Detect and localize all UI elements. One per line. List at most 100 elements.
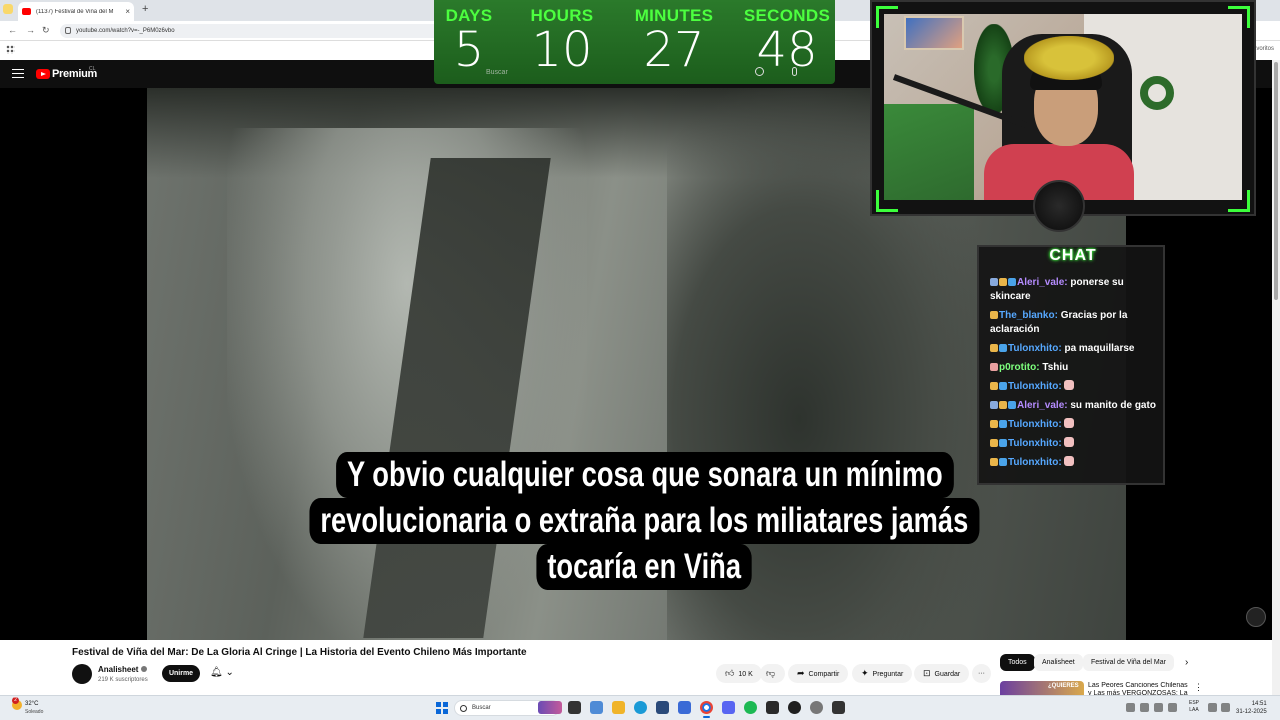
dislike-button[interactable]: 👎︎ [760,664,786,683]
discord-icon[interactable] [722,701,735,714]
chrome-icon[interactable] [700,701,713,718]
chat-username: Aleri_vale: [1017,277,1068,288]
youtube-logo-icon[interactable] [36,69,50,79]
task-view-icon[interactable] [568,701,581,714]
chip-channel[interactable]: Analisheet [1034,654,1083,671]
file-explorer-icon[interactable] [612,701,625,714]
language-indicator[interactable]: ESP LAA [1189,700,1199,714]
countdown-days: DAYS 5 [438,6,500,74]
chat-message: Tulonxhito: [990,418,1160,432]
volume-icon[interactable] [1221,703,1230,712]
chat-text: Tshiu [1042,362,1069,373]
chat-message: Tulonxhito: [990,380,1160,394]
widgets-icon[interactable] [538,701,562,714]
url-input[interactable]: youtube.com/watch?v=-_P6M0z6vbo [60,24,440,38]
browser-tab[interactable]: (1137) Festival de Viña del M × [18,2,134,21]
chat-username: Tulonxhito: [1008,438,1062,449]
frame-corner [876,6,898,28]
search-input[interactable]: Buscar [486,69,508,76]
badge-icon [990,439,998,447]
sparkle-icon: ✦ [861,668,869,678]
app-icon[interactable] [810,701,823,714]
badge-icon [990,382,998,390]
badge-icon [990,420,998,428]
subscriber-count: 219 K suscriptores [98,677,148,683]
mail-icon[interactable] [678,701,691,714]
back-icon[interactable]: ← [8,25,17,35]
subtitle-line: revolucionaria o extraña para los miliat… [309,498,980,544]
terminal-icon[interactable] [766,701,779,714]
video-editor-icon[interactable] [832,701,845,714]
system-clock[interactable]: 14:51 31-12-2025 [1236,700,1267,716]
weather-description[interactable]: Soleado [25,709,43,715]
windows-start-icon[interactable] [436,702,448,714]
reload-icon[interactable]: ↻ [42,25,50,36]
share-icon: ➦ [797,668,805,678]
badge-icon [1008,401,1016,409]
frame-corner [1228,6,1250,28]
channel-watermark-icon[interactable] [1246,607,1266,627]
chip-todos[interactable]: Todos [1000,654,1035,671]
webcam-pillow [884,104,974,200]
store-icon[interactable] [656,701,669,714]
microphone-icon[interactable] [792,67,797,76]
obs-icon[interactable] [788,701,801,714]
badge-icon [999,401,1007,409]
chat-overlay: CHAT Aleri_vale: ponerse su skincare The… [977,245,1165,485]
chat-message: Tulonxhito: pa maquillarse [990,342,1160,356]
tray-chevron-icon[interactable] [1126,703,1135,712]
share-button[interactable]: ➦ Compartir [788,664,849,683]
channel-name[interactable]: Analisheet [98,665,148,674]
url-text: youtube.com/watch?v=-_P6M0z6vbo [76,28,175,34]
tray-app-icon[interactable] [1168,703,1177,712]
channel-name-text[interactable]: Analisheet [98,665,138,674]
forward-icon[interactable]: → [26,25,35,35]
badge-icon [1008,278,1016,286]
wifi-icon[interactable] [1208,703,1217,712]
chat-username: Tulonxhito: [1008,343,1062,354]
bookmark-icon: ⊡ [923,668,931,678]
countdown-value: 48 [756,22,818,78]
more-actions-button[interactable]: ··· [972,664,991,683]
tray-app-icon[interactable] [1154,703,1163,712]
save-button[interactable]: ⊡ Guardar [914,664,970,683]
chat-username: Tulonxhito: [1008,419,1062,430]
recommended-title[interactable]: Las Peores Canciones Chilenas y Las más … [1088,682,1188,695]
chat-title: CHAT [1049,247,1097,264]
keyboard-layout: LAA [1189,707,1199,713]
new-tab-button[interactable]: + [142,3,148,15]
kebab-menu-icon[interactable]: ⋮ [1194,682,1203,693]
chip-festival[interactable]: Festival de Viña del Mar [1083,654,1174,671]
favorites-label[interactable]: avoritos [1253,46,1274,52]
chat-emote-icon [1064,380,1075,390]
chat-message: Tulonxhito: [990,437,1160,451]
like-button[interactable]: 👍︎ 10 K [716,664,762,683]
webcam-feed [884,14,1242,200]
tab-search-icon[interactable] [3,4,13,14]
spotify-icon[interactable] [744,701,757,714]
thumbs-down-icon: 👎︎ [766,668,776,678]
subtitle-line: tocaría en Viña [536,544,753,590]
scrollbar-thumb[interactable] [1274,62,1278,300]
channel-avatar[interactable] [72,664,92,684]
region-code: CL [89,66,96,72]
chat-list: Aleri_vale: ponerse su skincare The_blan… [990,276,1160,475]
chat-emote-icon [1064,437,1075,447]
apps-grid-icon[interactable] [6,45,15,54]
chevron-right-icon[interactable]: › [1185,657,1188,668]
edge-icon[interactable] [634,701,647,714]
tab-close-icon[interactable]: × [125,7,130,16]
lock-icon [65,27,71,34]
weather-temperature[interactable]: 32°C [25,701,38,707]
badge-icon [990,344,998,352]
menu-icon[interactable] [12,69,24,78]
search-icon[interactable] [755,67,764,76]
join-button[interactable]: Unirme [162,665,200,682]
ask-button[interactable]: ✦ Preguntar [852,664,913,683]
tray-app-icon[interactable] [1140,703,1149,712]
copilot-icon[interactable] [590,701,603,714]
countdown-seconds: SECONDS 48 [742,6,832,74]
chat-username: Tulonxhito: [1008,381,1062,392]
clock-date: 31-12-2025 [1236,709,1267,715]
notification-bell-icon[interactable]: 🔔︎ ⌄ [210,667,234,678]
